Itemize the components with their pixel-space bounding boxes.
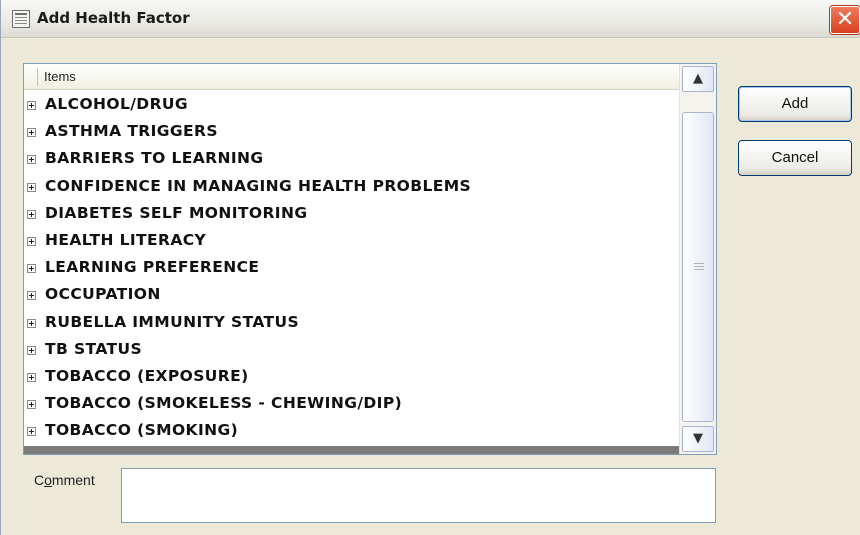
- expand-plus-icon[interactable]: [27, 318, 36, 328]
- items-column-label: Items: [44, 69, 76, 84]
- expand-plus-icon[interactable]: [27, 155, 36, 165]
- list-item[interactable]: ALCOHOL/DRUG: [24, 92, 679, 119]
- list-item[interactable]: TOBACCO (SMOKING): [24, 418, 679, 445]
- list-item[interactable]: TOBACCO (SMOKELESS - CHEWING/DIP): [24, 391, 679, 418]
- list-item-label: HEALTH LITERACY: [45, 230, 207, 249]
- close-icon: ✕: [835, 7, 855, 32]
- expand-plus-icon[interactable]: [27, 291, 36, 301]
- list-rows: ALCOHOL/DRUG ASTHMA TRIGGERS BARRIERS TO L…: [24, 92, 679, 445]
- comment-field[interactable]: [121, 468, 716, 523]
- list-item-label: OCCUPATION: [45, 285, 161, 304]
- list-item[interactable]: OCCUPATION: [24, 282, 679, 309]
- list-column-header[interactable]: Items: [24, 64, 679, 90]
- cancel-button[interactable]: Cancel: [738, 140, 852, 176]
- expand-plus-icon[interactable]: [27, 400, 36, 410]
- expand-plus-icon[interactable]: [27, 128, 36, 138]
- list-item-label: DIABETES SELF MONITORING: [45, 203, 308, 222]
- list-item-label: TOBACCO (SMOKELESS - CHEWING/DIP): [45, 394, 403, 413]
- list-item-label: RUBELLA IMMUNITY STATUS: [45, 312, 300, 331]
- add-button[interactable]: Add: [738, 86, 852, 122]
- list-item[interactable]: CONFIDENCE IN MANAGING HEALTH PROBLEMS: [24, 174, 679, 201]
- expand-plus-icon[interactable]: [27, 209, 36, 219]
- comment-label-rest: mment: [51, 472, 95, 488]
- list-item-label: TOBACCO (SMOKING): [45, 421, 239, 440]
- list-item[interactable]: DIABETES SELF MONITORING: [24, 201, 679, 228]
- scroll-down-button[interactable]: ▼: [682, 426, 714, 452]
- dialog-form-icon: [12, 10, 30, 28]
- list-item[interactable]: LEARNING PREFERENCE: [24, 255, 679, 282]
- list-item-label: ASTHMA TRIGGERS: [45, 122, 218, 141]
- expand-plus-icon[interactable]: [27, 427, 36, 437]
- list-item-label: ALCOHOL/DRUG: [45, 95, 189, 113]
- list-item[interactable]: BARRIERS TO LEARNING: [24, 146, 679, 173]
- expand-plus-icon[interactable]: [27, 101, 36, 110]
- list-item[interactable]: TOBACCO (EXPOSURE): [24, 364, 679, 391]
- close-button[interactable]: ✕: [830, 6, 860, 34]
- comment-label: Comment: [34, 472, 95, 488]
- list-bottom-edge: [24, 446, 679, 454]
- list-item[interactable]: TB STATUS: [24, 337, 679, 364]
- comment-label-first: C: [34, 472, 45, 488]
- expand-plus-icon[interactable]: [27, 182, 36, 192]
- dialog-title: Add Health Factor: [37, 9, 190, 27]
- grip-icon: [694, 263, 704, 272]
- scroll-up-button[interactable]: ▲: [682, 66, 714, 92]
- expand-plus-icon[interactable]: [27, 236, 36, 246]
- comment-label-accesskey: o: [44, 472, 52, 488]
- list-item[interactable]: HEALTH LITERACY: [24, 228, 679, 255]
- list-item-label: TB STATUS: [45, 339, 143, 358]
- expand-plus-icon[interactable]: [27, 345, 36, 355]
- header-separator: [37, 68, 38, 86]
- vertical-scrollbar[interactable]: ▲ ▼: [679, 64, 716, 454]
- health-factor-list[interactable]: Items ALCOHOL/DRUG ASTHMA TRIGGERS BARRIER…: [23, 63, 717, 455]
- add-health-factor-dialog: Add Health Factor ✕ Items ALCOHOL/DRUG AS…: [0, 0, 860, 535]
- list-item[interactable]: ASTHMA TRIGGERS: [24, 119, 679, 146]
- list-item-label: LEARNING PREFERENCE: [45, 258, 260, 277]
- list-item[interactable]: RUBELLA IMMUNITY STATUS: [24, 310, 679, 337]
- chevron-up-icon: ▲: [693, 71, 703, 86]
- list-item-label: TOBACCO (EXPOSURE): [45, 366, 249, 385]
- chevron-down-icon: ▼: [693, 431, 703, 446]
- expand-plus-icon[interactable]: [27, 264, 36, 274]
- list-item-label: BARRIERS TO LEARNING: [45, 149, 264, 168]
- title-bar[interactable]: Add Health Factor ✕: [1, 0, 860, 38]
- expand-plus-icon[interactable]: [27, 372, 36, 382]
- list-item-label: CONFIDENCE IN MANAGING HEALTH PROBLEMS: [45, 176, 472, 195]
- scroll-thumb[interactable]: [682, 112, 714, 422]
